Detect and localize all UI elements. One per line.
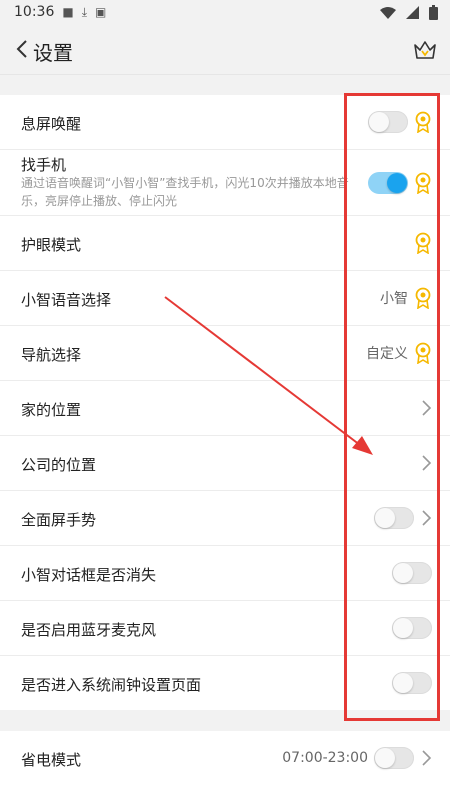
notification-icon: ■ xyxy=(62,5,74,19)
setting-row-find-phone[interactable]: 找手机 通过语音唤醒词“小智小智”查找手机，闪光10次并播放本地音乐，亮屏停止播… xyxy=(0,150,450,216)
setting-row-power-saving[interactable]: 省电模式 07:00-23:00 xyxy=(0,731,450,786)
setting-value: 小智 xyxy=(380,291,408,307)
medal-icon xyxy=(415,342,431,364)
setting-label: 息屏唤醒 xyxy=(21,115,82,133)
setting-label: 公司的位置 xyxy=(21,456,97,474)
app-header: 设置 xyxy=(0,24,450,75)
setting-row-work-location[interactable]: 公司的位置 xyxy=(0,436,450,491)
power-saving-toggle[interactable] xyxy=(374,747,414,769)
medal-icon xyxy=(415,111,431,133)
chevron-left-icon[interactable] xyxy=(12,38,34,60)
alarm-settings-toggle[interactable] xyxy=(392,672,432,694)
setting-label: 护眼模式 xyxy=(21,236,82,254)
setting-label: 导航选择 xyxy=(21,346,82,364)
setting-row-bluetooth-mic[interactable]: 是否启用蓝牙麦克风 xyxy=(0,601,450,656)
wifi-icon xyxy=(380,6,396,19)
chevron-right-icon xyxy=(422,510,432,526)
setting-label: 是否进入系统闹钟设置页面 xyxy=(21,676,202,694)
setting-row-screen-wake[interactable]: 息屏唤醒 xyxy=(0,95,450,150)
medal-icon xyxy=(415,232,431,254)
screen-wake-toggle[interactable] xyxy=(368,111,408,133)
battery-icon xyxy=(429,5,438,20)
status-time: 10:36 xyxy=(14,4,55,20)
power-saving-time: 07:00-23:00 xyxy=(282,750,368,766)
setting-row-dialog-dismiss[interactable]: 小智对话框是否消失 xyxy=(0,546,450,601)
setting-label: 小智对话框是否消失 xyxy=(21,566,157,584)
setting-label: 小智语音选择 xyxy=(21,291,112,309)
crown-icon[interactable] xyxy=(412,37,438,63)
setting-row-navigation[interactable]: 导航选择 自定义 xyxy=(0,326,450,381)
setting-row-gesture[interactable]: 全面屏手势 xyxy=(0,491,450,546)
chevron-right-icon xyxy=(422,455,432,471)
setting-row-eye-care[interactable]: 护眼模式 xyxy=(0,216,450,271)
setting-label: 找手机 xyxy=(21,156,67,174)
chevron-right-icon xyxy=(422,750,432,766)
setting-label: 全面屏手势 xyxy=(21,511,97,529)
chevron-right-icon xyxy=(422,400,432,416)
find-phone-toggle[interactable] xyxy=(368,172,408,194)
bluetooth-mic-toggle[interactable] xyxy=(392,617,432,639)
setting-row-home-location[interactable]: 家的位置 xyxy=(0,381,450,436)
status-bar: 10:36 ■ ⤓ ▣ xyxy=(0,0,450,24)
setting-label: 是否启用蓝牙麦克风 xyxy=(21,621,157,639)
signal-icon xyxy=(406,6,419,19)
setting-description: 通过语音唤醒词“小智小智”查找手机，闪光10次并播放本地音乐，亮屏停止播放、停止… xyxy=(21,176,349,208)
setting-row-voice-select[interactable]: 小智语音选择 小智 xyxy=(0,271,450,326)
medal-icon xyxy=(415,287,431,309)
medal-icon xyxy=(415,172,431,194)
dialog-dismiss-toggle[interactable] xyxy=(392,562,432,584)
setting-value: 自定义 xyxy=(366,346,408,362)
gesture-toggle[interactable] xyxy=(374,507,414,529)
settings-list-2: 省电模式 07:00-23:00 xyxy=(0,731,450,800)
setting-label: 家的位置 xyxy=(21,401,82,419)
setting-label: 省电模式 xyxy=(21,751,82,769)
page-title: 设置 xyxy=(33,41,73,65)
download-icon: ⤓ xyxy=(81,4,88,19)
app-notification-icon: ▣ xyxy=(95,5,107,19)
setting-row-alarm-settings[interactable]: 是否进入系统闹钟设置页面 xyxy=(0,656,450,711)
settings-list: 息屏唤醒 找手机 通过语音唤醒词“小智小智”查找手机，闪光10次并播放本地音乐，… xyxy=(0,95,450,710)
